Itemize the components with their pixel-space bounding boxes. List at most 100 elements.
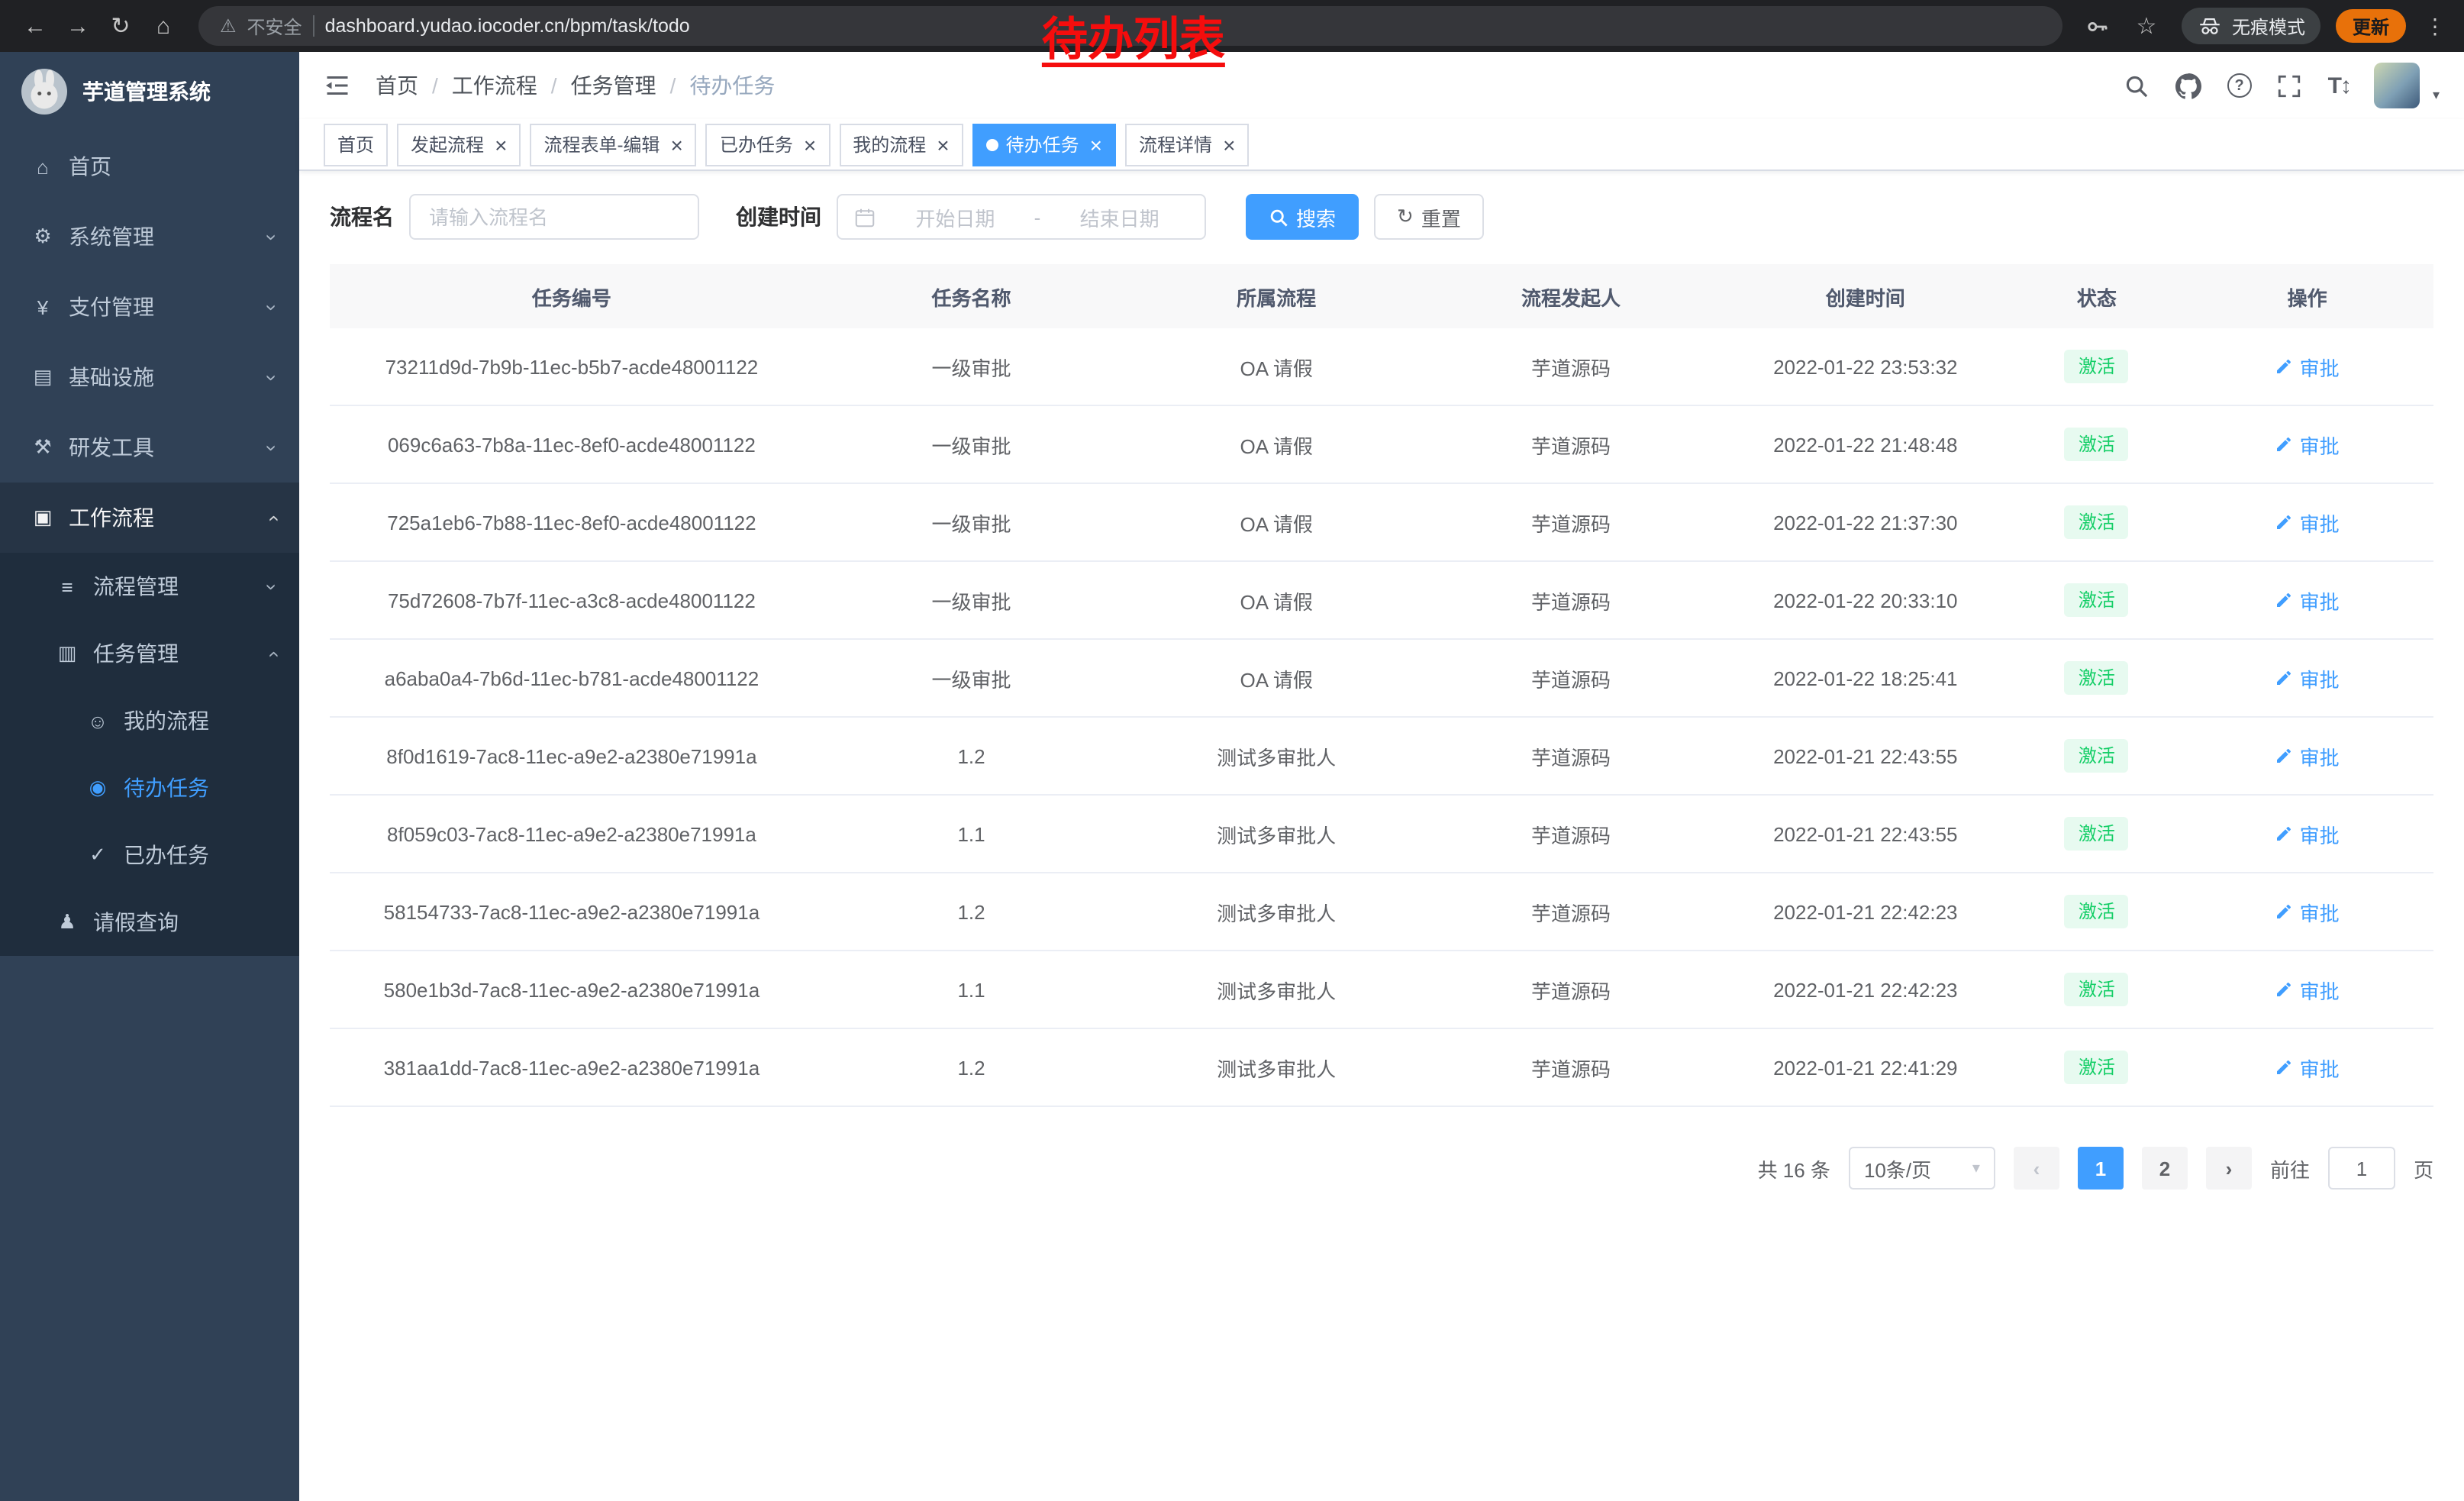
goto-page-input[interactable] bbox=[2328, 1147, 2395, 1190]
update-button[interactable]: 更新 bbox=[2336, 9, 2406, 43]
tab-item-4[interactable]: 我的流程× bbox=[839, 123, 963, 166]
cell-status: 激活 bbox=[2013, 951, 2181, 1028]
sidebar-item-task-mgmt[interactable]: ▥任务管理› bbox=[0, 620, 299, 687]
page-size-select[interactable]: 10条/页 ▾ bbox=[1849, 1147, 1995, 1190]
cell-name: 1.2 bbox=[814, 1028, 1129, 1106]
cell-created: 2022-01-22 21:37:30 bbox=[1718, 483, 2013, 561]
breadcrumb-item[interactable]: 工作流程 bbox=[452, 70, 537, 101]
approve-link[interactable]: 审批 bbox=[2275, 508, 2340, 537]
sidebar-item-leave-query[interactable]: ♟请假查询 bbox=[0, 889, 299, 956]
breadcrumb-item[interactable]: 任务管理 bbox=[571, 70, 656, 101]
close-icon[interactable]: × bbox=[1090, 134, 1102, 155]
date-range-picker[interactable]: 开始日期 - 结束日期 bbox=[837, 194, 1206, 240]
edit-icon bbox=[2275, 669, 2294, 687]
approve-link[interactable]: 审批 bbox=[2275, 975, 2340, 1004]
key-icon[interactable] bbox=[2084, 12, 2111, 40]
browser-menu-kebab-icon[interactable]: ⋮ bbox=[2421, 13, 2449, 39]
cell-process: 测试多审批人 bbox=[1129, 1028, 1424, 1106]
approve-link[interactable]: 审批 bbox=[2275, 586, 2340, 615]
back-icon[interactable]: ← bbox=[15, 6, 55, 46]
sidebar-item-infrastructure[interactable]: ▤基础设施› bbox=[0, 342, 299, 412]
page-button[interactable]: 2 bbox=[2142, 1147, 2188, 1190]
cell-initiator: 芋道源码 bbox=[1424, 951, 1718, 1028]
cell-status: 激活 bbox=[2013, 328, 2181, 405]
approve-label: 审批 bbox=[2300, 975, 2340, 1004]
process-name-input[interactable] bbox=[409, 194, 699, 240]
column-header: 创建时间 bbox=[1718, 264, 2013, 328]
cell-initiator: 芋道源码 bbox=[1424, 483, 1718, 561]
active-dot-icon bbox=[986, 138, 998, 150]
status-badge: 激活 bbox=[2065, 583, 2129, 618]
sidebar-item-home[interactable]: ⌂首页 bbox=[0, 131, 299, 202]
search-button-label: 搜索 bbox=[1296, 202, 1336, 231]
approve-link[interactable]: 审批 bbox=[2275, 897, 2340, 926]
table-row: a6aba0a4-7b6d-11ec-b781-acde48001122一级审批… bbox=[330, 639, 2433, 717]
approve-link[interactable]: 审批 bbox=[2275, 741, 2340, 770]
close-icon[interactable]: × bbox=[1223, 134, 1235, 155]
page-button[interactable]: 1 bbox=[2078, 1147, 2124, 1190]
tab-item-0[interactable]: 首页 bbox=[324, 123, 388, 166]
cell-name: 一级审批 bbox=[814, 328, 1129, 405]
sidebar-item-my-process[interactable]: ☺我的流程 bbox=[0, 687, 299, 754]
chrome-actions: ☆ 无痕模式 更新 ⋮ bbox=[2084, 6, 2449, 46]
cell-process: 测试多审批人 bbox=[1129, 717, 1424, 795]
tab-item-2[interactable]: 流程表单-编辑× bbox=[530, 123, 696, 166]
sidebar-item-devtools[interactable]: ⚒研发工具› bbox=[0, 412, 299, 483]
tab-item-3[interactable]: 已办任务× bbox=[706, 123, 830, 166]
close-icon[interactable]: × bbox=[670, 134, 682, 155]
breadcrumb-item[interactable]: 首页 bbox=[376, 70, 418, 101]
bookmark-star-icon[interactable]: ☆ bbox=[2127, 6, 2166, 46]
status-badge: 激活 bbox=[2065, 1050, 2129, 1085]
approve-link[interactable]: 审批 bbox=[2275, 430, 2340, 459]
edit-icon bbox=[2275, 902, 2294, 921]
search-icon[interactable] bbox=[2124, 72, 2151, 99]
reset-button[interactable]: ↻ 重置 bbox=[1374, 194, 1484, 240]
column-header: 任务编号 bbox=[330, 264, 814, 328]
cell-initiator: 芋道源码 bbox=[1424, 873, 1718, 951]
tab-item-6[interactable]: 流程详情× bbox=[1125, 123, 1249, 166]
github-icon[interactable] bbox=[2175, 72, 2203, 99]
column-header: 所属流程 bbox=[1129, 264, 1424, 328]
home-icon[interactable]: ⌂ bbox=[144, 6, 183, 46]
sidebar-item-done-task[interactable]: ✓已办任务 bbox=[0, 822, 299, 889]
help-icon[interactable]: ? bbox=[2227, 73, 2252, 98]
browser-chrome: ← → ↻ ⌂ ⚠ 不安全 dashboard.yudao.iocoder.cn… bbox=[0, 0, 2464, 52]
font-size-icon[interactable]: T↕ bbox=[2328, 73, 2350, 98]
approve-link[interactable]: 审批 bbox=[2275, 352, 2340, 381]
incognito-badge: 无痕模式 bbox=[2182, 8, 2320, 44]
status-badge: 激活 bbox=[2065, 349, 2129, 384]
approve-link[interactable]: 审批 bbox=[2275, 819, 2340, 848]
close-icon[interactable]: × bbox=[495, 134, 507, 155]
sidebar-item-workflow[interactable]: ▣工作流程› bbox=[0, 483, 299, 553]
tab-item-5[interactable]: 待办任务× bbox=[972, 123, 1116, 166]
cell-id: 580e1b3d-7ac8-11ec-a9e2-a2380e71991a bbox=[330, 951, 814, 1028]
close-icon[interactable]: × bbox=[804, 134, 816, 155]
prev-page-button[interactable]: ‹ bbox=[2014, 1147, 2059, 1190]
breadcrumb-item: 待办任务 bbox=[689, 70, 775, 101]
avatar-caret-icon[interactable]: ▾ bbox=[2433, 87, 2440, 108]
tab-item-1[interactable]: 发起流程× bbox=[397, 123, 521, 166]
forward-icon[interactable]: → bbox=[58, 6, 98, 46]
avatar[interactable] bbox=[2375, 63, 2420, 108]
sidebar-item-system[interactable]: ⚙系统管理› bbox=[0, 202, 299, 272]
close-icon[interactable]: × bbox=[937, 134, 949, 155]
app-logo-row[interactable]: 芋道管理系统 bbox=[0, 52, 299, 131]
approve-link[interactable]: 审批 bbox=[2275, 1053, 2340, 1082]
edit-icon bbox=[2275, 825, 2294, 843]
sidebar-toggle-icon[interactable] bbox=[324, 72, 351, 99]
sidebar-item-label: 基础设施 bbox=[69, 362, 254, 392]
yen-icon: ¥ bbox=[31, 295, 55, 318]
my-process-icon: ☺ bbox=[85, 709, 110, 732]
approve-link[interactable]: 审批 bbox=[2275, 663, 2340, 692]
search-button[interactable]: 搜索 bbox=[1246, 194, 1359, 240]
workflow-icon: ▣ bbox=[31, 505, 55, 530]
sidebar-item-todo-task[interactable]: ◉待办任务 bbox=[0, 754, 299, 822]
fullscreen-icon[interactable] bbox=[2276, 72, 2304, 99]
sidebar-item-payment[interactable]: ¥支付管理› bbox=[0, 272, 299, 342]
sidebar-item-process-mgmt[interactable]: ≡流程管理› bbox=[0, 553, 299, 620]
next-page-button[interactable]: › bbox=[2206, 1147, 2252, 1190]
sidebar-item-label: 研发工具 bbox=[69, 432, 254, 463]
breadcrumb-separator: / bbox=[432, 73, 438, 98]
reload-icon[interactable]: ↻ bbox=[101, 6, 140, 46]
cell-initiator: 芋道源码 bbox=[1424, 795, 1718, 873]
